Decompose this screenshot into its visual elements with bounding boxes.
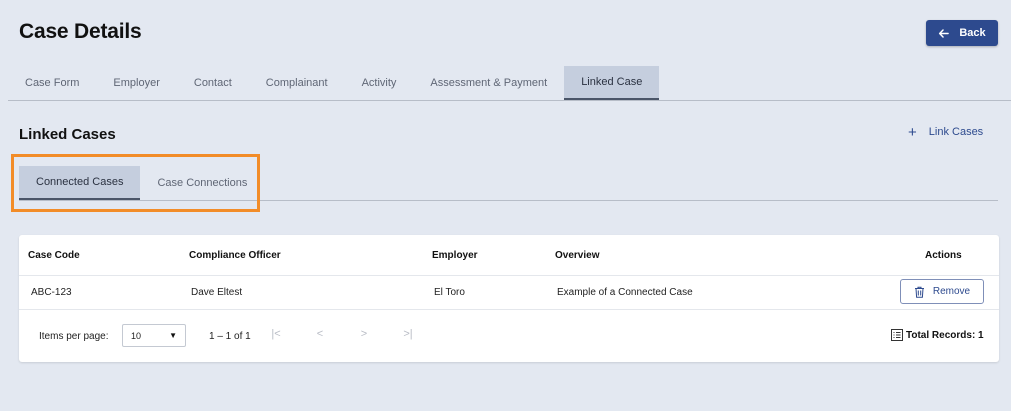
page-title: Case Details: [19, 20, 142, 43]
last-page-icon[interactable]: >|: [400, 328, 416, 340]
cell-employer: El Toro: [434, 287, 465, 298]
cell-compliance-officer: Dave Eltest: [191, 287, 243, 298]
main-tabs: Case Form Employer Contact Complainant A…: [8, 66, 660, 100]
back-button-label: Back: [959, 27, 986, 39]
cell-overview: Example of a Connected Case: [557, 287, 693, 298]
caret-down-icon: ▼: [169, 331, 177, 340]
total-records-label: Total Records: 1: [906, 329, 984, 341]
page-size-select[interactable]: 10 ▼: [122, 324, 186, 347]
connected-cases-table: Case Code Compliance Officer Employer Ov…: [19, 235, 999, 362]
next-page-icon[interactable]: >: [356, 328, 372, 340]
total-records: Total Records: 1: [891, 329, 984, 341]
plus-icon: +: [908, 123, 917, 141]
list-icon: [891, 329, 903, 341]
tab-assessment-payment[interactable]: Assessment & Payment: [413, 66, 564, 100]
header-compliance-officer: Compliance Officer: [189, 250, 281, 261]
page-range-label: 1 – 1 of 1: [209, 331, 251, 342]
first-page-icon[interactable]: |<: [268, 328, 284, 340]
header-employer: Employer: [432, 250, 478, 261]
back-button[interactable]: Back: [926, 20, 998, 46]
tab-case-form[interactable]: Case Form: [8, 66, 96, 100]
header-overview: Overview: [555, 250, 600, 261]
header-divider: [19, 275, 999, 276]
tab-contact[interactable]: Contact: [177, 66, 249, 100]
header-case-code: Case Code: [28, 250, 80, 261]
section-title: Linked Cases: [19, 126, 116, 143]
tab-employer[interactable]: Employer: [96, 66, 176, 100]
tab-linked-case[interactable]: Linked Case: [564, 66, 660, 100]
arrow-left-icon: [939, 28, 950, 38]
items-per-page-label: Items per page:: [39, 331, 109, 342]
tab-activity[interactable]: Activity: [345, 66, 414, 100]
cell-case-code: ABC-123: [31, 287, 72, 298]
highlight-box: [11, 154, 260, 212]
link-cases-button[interactable]: + Link Cases: [908, 123, 984, 141]
header-actions: Actions: [925, 250, 962, 261]
link-cases-label: Link Cases: [928, 126, 984, 138]
tab-complainant[interactable]: Complainant: [249, 66, 345, 100]
trash-icon: [914, 286, 924, 298]
remove-label: Remove: [932, 286, 971, 297]
remove-button[interactable]: Remove: [900, 279, 984, 304]
main-tabs-divider: [8, 100, 1011, 101]
row-divider: [19, 309, 999, 310]
page-size-value: 10: [131, 330, 142, 341]
prev-page-icon[interactable]: <: [312, 328, 328, 340]
